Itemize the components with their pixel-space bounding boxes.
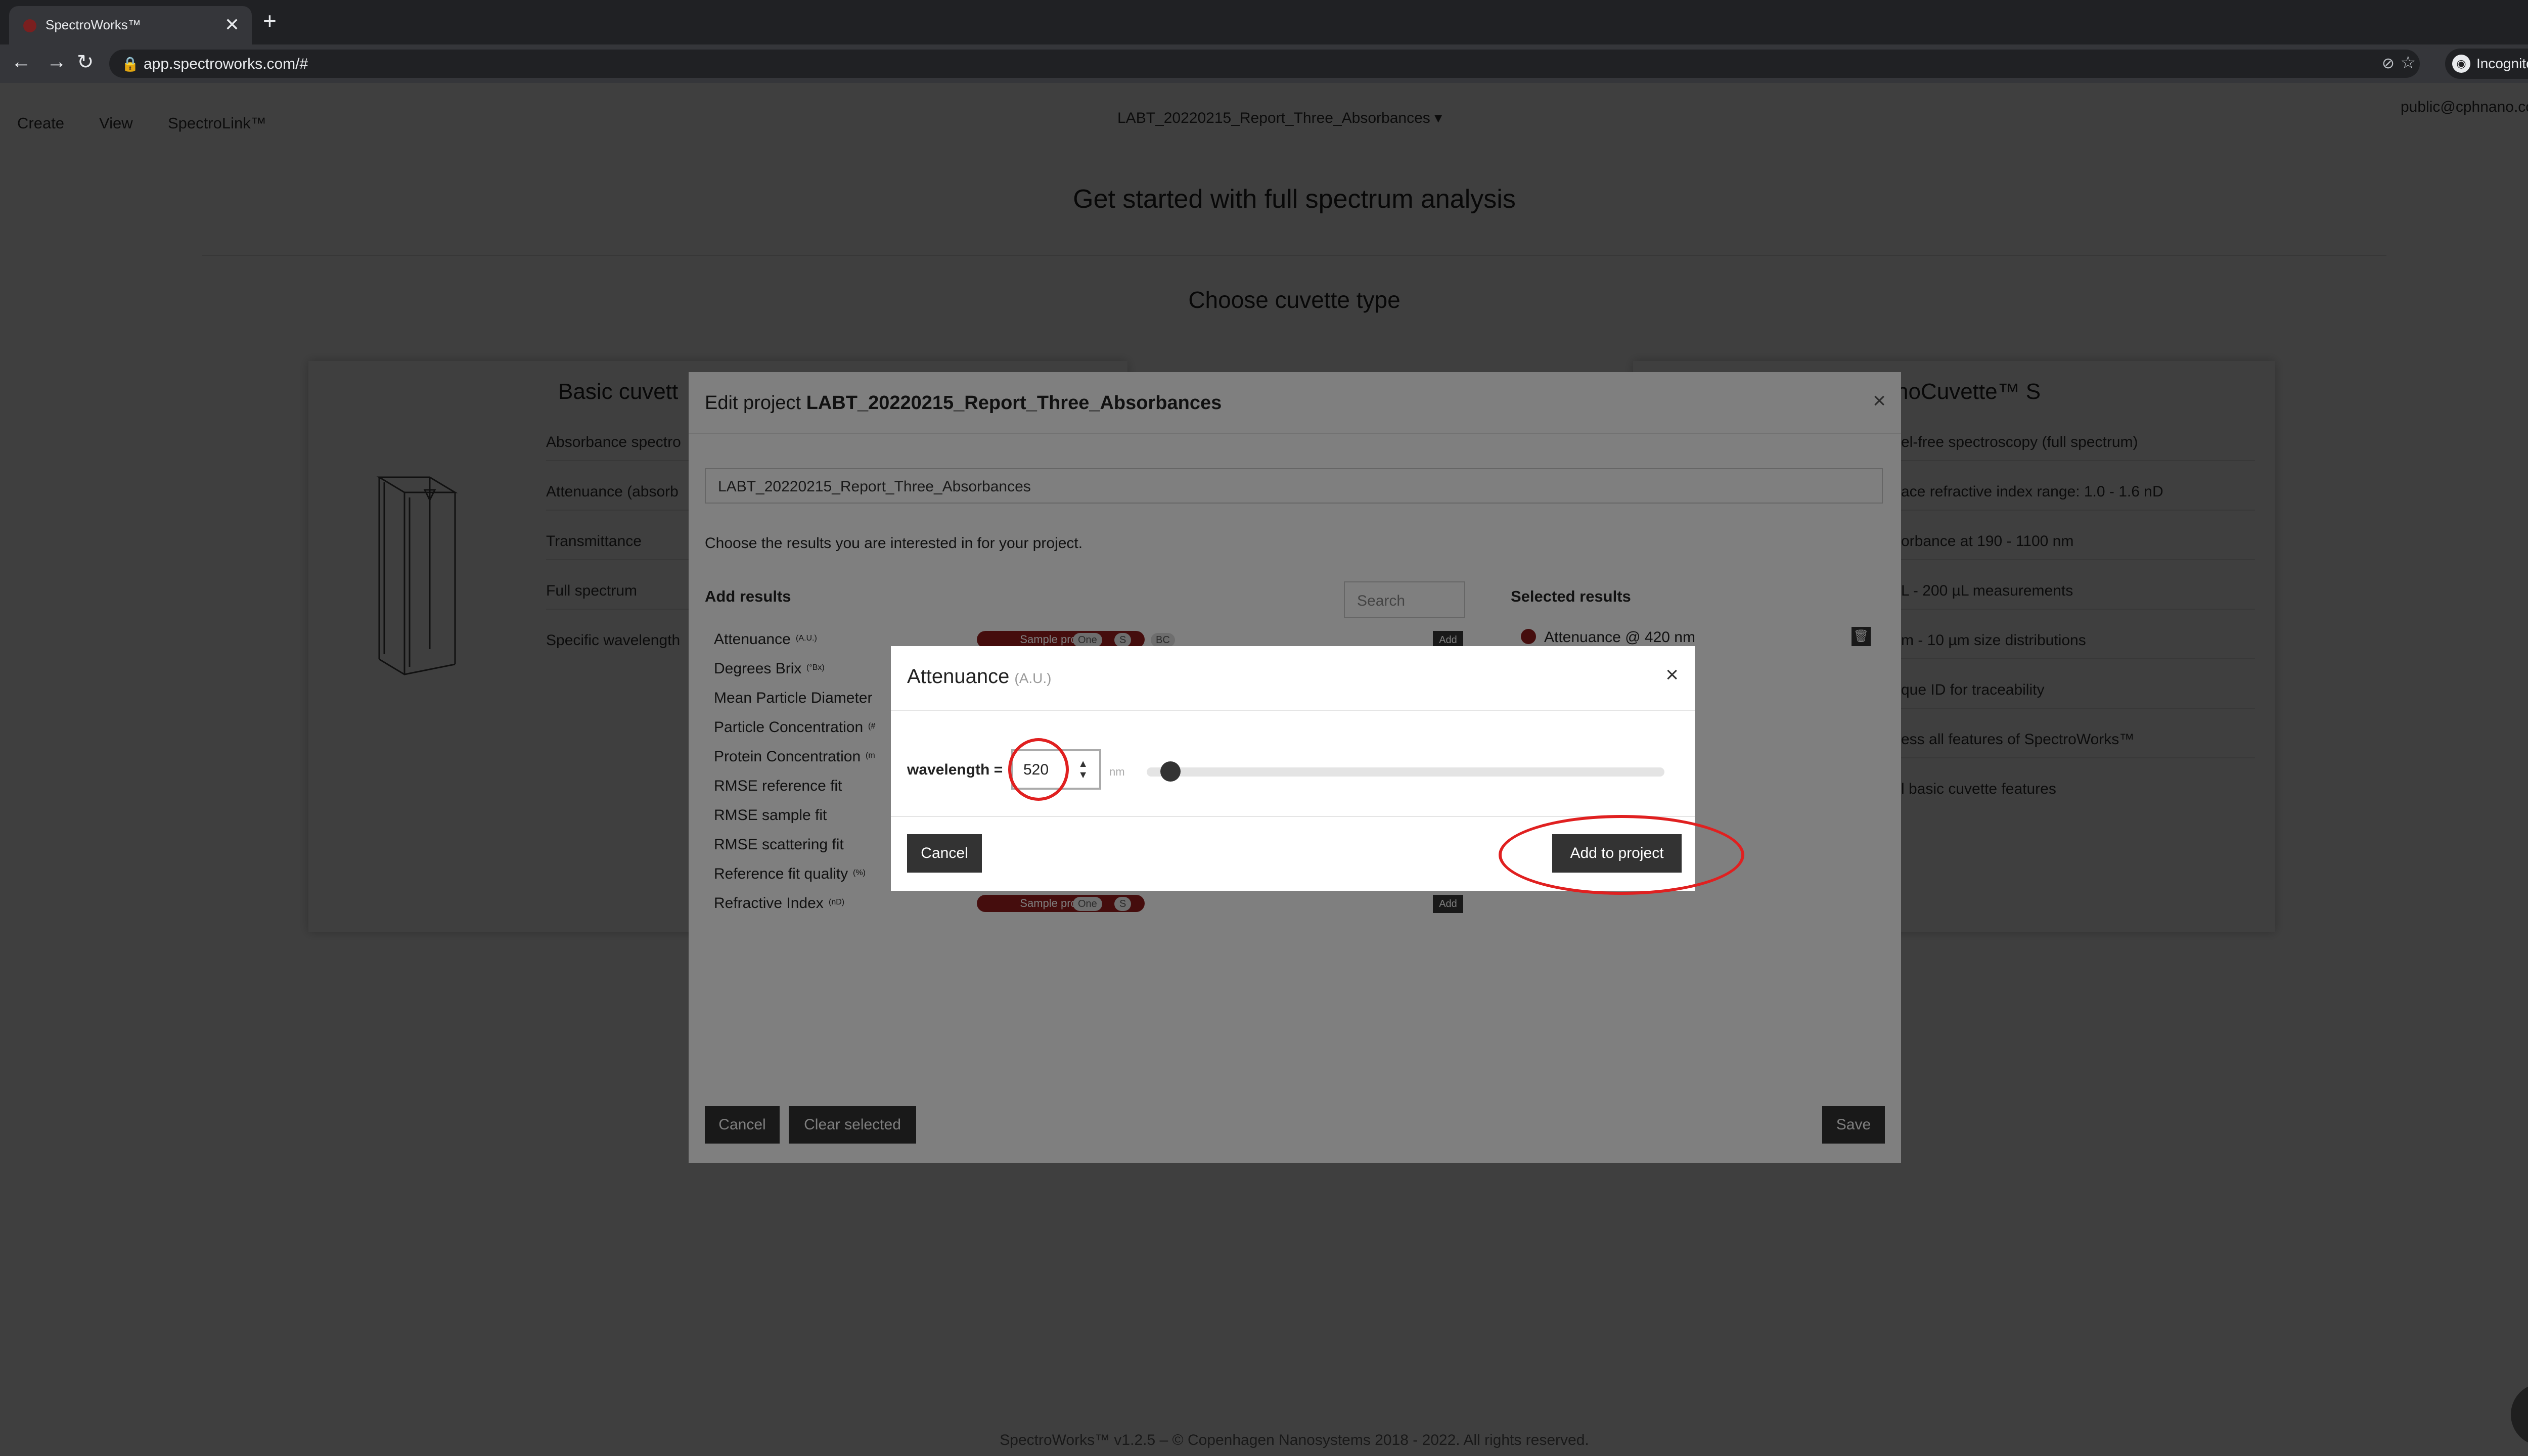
annotation-circle [1499, 815, 1744, 895]
dialog-title: Attenuance (A.U.) [907, 665, 1052, 688]
wavelength-label: wavelength = [907, 761, 1003, 778]
back-icon[interactable]: ← [11, 51, 31, 73]
address-bar[interactable]: 🔒 app.spectroworks.com/# ⊘ ☆ [109, 50, 2420, 78]
wavelength-slider[interactable] [1147, 767, 1664, 777]
tab-close-icon[interactable]: ✕ [224, 14, 240, 35]
tab-title: SpectroWorks™ [46, 17, 141, 32]
tracking-blocked-icon[interactable]: ⊘ [2382, 55, 2395, 72]
new-tab-button[interactable]: + [263, 7, 277, 34]
spinner-icon[interactable]: ▲ ▼ [1078, 758, 1088, 781]
browser-tab-strip [0, 0, 2528, 44]
incognito-badge[interactable]: ◉ Incognito [2445, 49, 2528, 79]
favicon-icon [23, 19, 36, 32]
url-text[interactable]: app.spectroworks.com/# [144, 56, 308, 73]
dialog-header: Attenuance (A.U.) × [891, 646, 1695, 711]
incognito-icon: ◉ [2452, 55, 2470, 73]
bookmark-star-icon[interactable]: ☆ [2401, 53, 2416, 73]
incognito-label: Incognito [2476, 56, 2528, 71]
dialog-title-unit: (A.U.) [1014, 670, 1052, 686]
reload-icon[interactable]: ↻ [77, 51, 94, 74]
cancel-button[interactable]: Cancel [907, 834, 982, 873]
divider [891, 816, 1695, 817]
lock-icon: 🔒 [121, 56, 139, 72]
annotation-circle [1008, 738, 1069, 801]
close-icon[interactable]: × [1665, 662, 1679, 688]
wavelength-unit: nm [1109, 765, 1125, 778]
dialog-title-text: Attenuance [907, 665, 1010, 688]
browser-tab[interactable]: SpectroWorks™ ✕ [9, 6, 252, 44]
slider-thumb[interactable] [1160, 761, 1181, 782]
forward-icon[interactable]: → [47, 51, 67, 73]
